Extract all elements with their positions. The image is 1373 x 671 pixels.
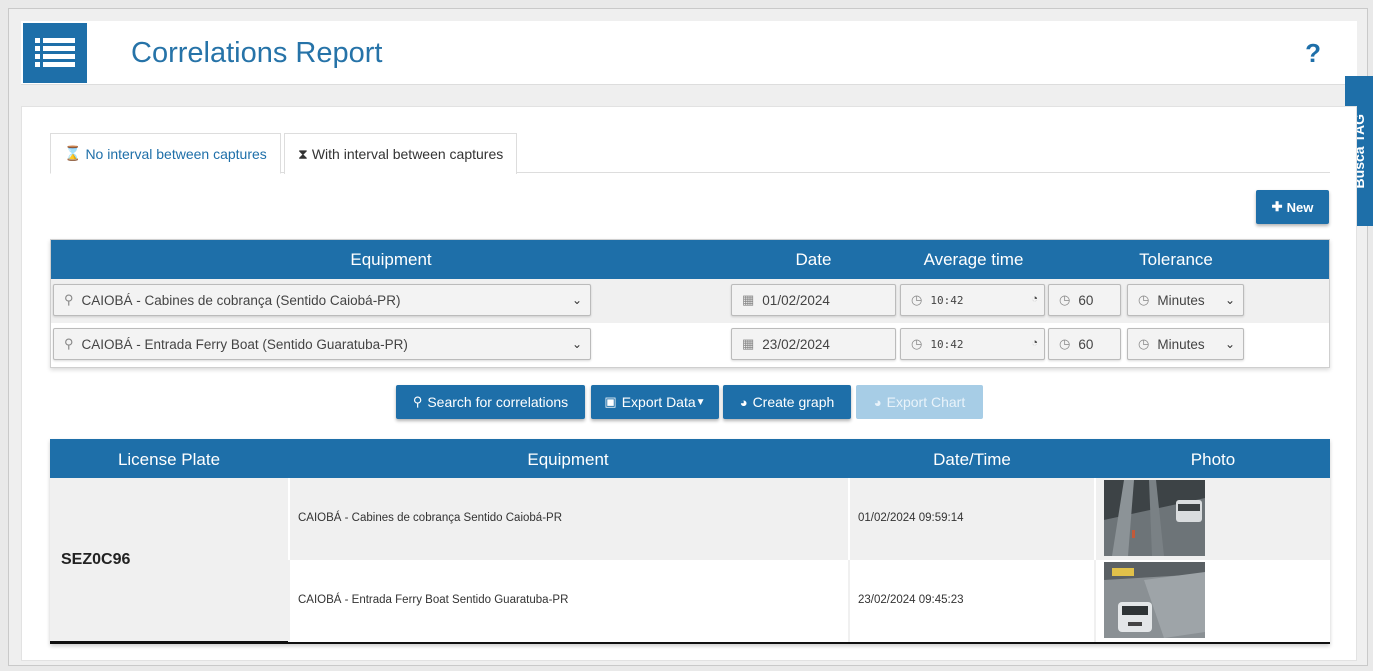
equipment-row: ⚲ CAIOBÁ - Entrada Ferry Boat (Sentido G… bbox=[51, 323, 1329, 367]
search-correlations-label: Search for correlations bbox=[427, 394, 569, 410]
clock-icon: ◷ bbox=[1138, 292, 1150, 307]
date-field-value: 01/02/2024 bbox=[762, 292, 830, 308]
col-tolerance: Tolerance bbox=[1139, 250, 1213, 269]
equipment-select-value: CAIOBÁ - Entrada Ferry Boat (Sentido Gua… bbox=[81, 336, 408, 352]
plus-icon: ✚ bbox=[1271, 199, 1283, 214]
clock-icon: ◷ bbox=[911, 336, 923, 351]
clock-icon: ◷ bbox=[1059, 336, 1071, 351]
time-field-value: 10:42 bbox=[930, 293, 964, 307]
search-correlations-button[interactable]: ⚲ Search for correlations bbox=[396, 385, 585, 419]
hourglass-full-icon: ⧗ bbox=[298, 145, 308, 162]
file-excel-icon: ▣ bbox=[604, 394, 617, 409]
tolerance-unit-select[interactable]: ◷ Minutes ⌄ bbox=[1127, 328, 1244, 360]
chevron-down-icon: ⌄ bbox=[571, 337, 582, 351]
tolerance-field[interactable]: ◷ 60 bbox=[1048, 284, 1121, 316]
capture-photo[interactable] bbox=[1104, 562, 1205, 638]
search-icon: ⚲ bbox=[412, 394, 423, 409]
date-field[interactable]: ▦ 01/02/2024 bbox=[731, 284, 896, 316]
clock-picker-icon: ◔ bbox=[1031, 337, 1038, 349]
license-plate-cell: SEZ0C96 bbox=[50, 478, 288, 641]
calendar-icon: ▦ bbox=[742, 292, 755, 307]
map-marker-icon: ⚲ bbox=[64, 336, 74, 351]
export-chart-label: Export Chart bbox=[886, 394, 966, 410]
table-row: CAIOBÁ - Cabines de cobrança Sentido Cai… bbox=[288, 478, 1330, 560]
calendar-icon: ▦ bbox=[742, 336, 755, 351]
col-average-time: Average time bbox=[923, 250, 1024, 269]
col-photo: Photo bbox=[1190, 450, 1236, 469]
clock-icon: ◷ bbox=[1138, 336, 1150, 351]
col-datetime: Date/Time bbox=[933, 450, 1011, 469]
table-row: CAIOBÁ - Entrada Ferry Boat Sentido Guar… bbox=[288, 560, 1330, 642]
export-data-button[interactable]: ▣ Export Data ▼ bbox=[591, 385, 719, 419]
time-field[interactable]: ◷ 10:42 ◔ bbox=[900, 284, 1045, 316]
col-date: Date bbox=[795, 250, 832, 269]
list-menu-icon bbox=[35, 38, 75, 67]
row-equipment: CAIOBÁ - Cabines de cobrança Sentido Cai… bbox=[298, 512, 563, 524]
tolerance-field[interactable]: ◷ 60 bbox=[1048, 328, 1121, 360]
chevron-down-icon: ⌄ bbox=[571, 293, 582, 307]
export-chart-button[interactable]: ◕ Export Chart bbox=[856, 385, 983, 419]
row-datetime: 01/02/2024 09:59:14 bbox=[858, 512, 964, 524]
tolerance-unit-select[interactable]: ◷ Minutes ⌄ bbox=[1127, 284, 1244, 316]
page-title: Correlations Report bbox=[131, 37, 383, 69]
new-button-label: New bbox=[1286, 199, 1314, 215]
tolerance-field-value: 60 bbox=[1078, 336, 1094, 352]
pie-chart-icon: ◕ bbox=[739, 394, 748, 410]
chevron-down-icon: ⌄ bbox=[1224, 337, 1235, 351]
time-field-value: 10:42 bbox=[930, 337, 964, 351]
equipment-select[interactable]: ⚲ CAIOBÁ - Cabines de cobrança (Sentido … bbox=[53, 284, 591, 316]
clock-icon: ◷ bbox=[911, 292, 923, 307]
map-marker-icon: ⚲ bbox=[64, 292, 74, 307]
capture-photo-image bbox=[1104, 562, 1205, 638]
col-equipment: Equipment bbox=[350, 250, 432, 269]
export-data-label: Export Data bbox=[621, 394, 696, 410]
capture-photo-image bbox=[1104, 480, 1205, 556]
equipment-table-header: Equipment Date Average time Tolerance bbox=[51, 240, 1329, 279]
tab-no-interval[interactable]: ⌛ No interval between captures bbox=[50, 133, 281, 174]
capture-photo[interactable] bbox=[1104, 480, 1205, 556]
new-button[interactable]: ✚ New bbox=[1256, 190, 1329, 224]
menu-button[interactable] bbox=[23, 23, 87, 83]
col-license-plate: License Plate bbox=[117, 450, 221, 469]
create-graph-label: Create graph bbox=[752, 394, 835, 410]
equipment-select-value: CAIOBÁ - Cabines de cobrança (Sentido Ca… bbox=[81, 292, 401, 308]
tab-with-interval-label: With interval between captures bbox=[311, 146, 504, 162]
chevron-down-icon: ⌄ bbox=[1224, 293, 1235, 307]
date-field[interactable]: ▦ 23/02/2024 bbox=[731, 328, 896, 360]
hourglass-empty-icon: ⌛ bbox=[64, 145, 82, 161]
page-header: Correlations Report ? bbox=[21, 21, 1357, 85]
tolerance-field-value: 60 bbox=[1078, 292, 1094, 308]
time-field[interactable]: ◷ 10:42 ◔ bbox=[900, 328, 1045, 360]
help-icon[interactable]: ? bbox=[1305, 38, 1321, 69]
create-graph-button[interactable]: ◕ Create graph bbox=[723, 385, 851, 419]
equipment-row: ⚲ CAIOBÁ - Cabines de cobrança (Sentido … bbox=[51, 279, 1329, 323]
row-equipment: CAIOBÁ - Entrada Ferry Boat Sentido Guar… bbox=[298, 594, 569, 606]
results-table: License Plate Equipment Date/Time Photo … bbox=[50, 439, 1330, 644]
results-table-header: License Plate Equipment Date/Time Photo bbox=[50, 439, 1330, 478]
tolerance-unit-value: Minutes bbox=[1157, 336, 1205, 352]
equipment-select[interactable]: ⚲ CAIOBÁ - Entrada Ferry Boat (Sentido G… bbox=[53, 328, 591, 360]
caret-down-icon: ▼ bbox=[695, 396, 706, 408]
tab-with-interval[interactable]: ⧗ With interval between captures bbox=[284, 133, 518, 174]
pie-chart-icon: ◕ bbox=[873, 394, 882, 410]
tab-bar: ⌛ No interval between captures ⧗ With in… bbox=[50, 133, 1330, 174]
equipment-table: Equipment Date Average time Tolerance ⚲ … bbox=[50, 239, 1330, 368]
tolerance-unit-value: Minutes bbox=[1157, 292, 1205, 308]
col-equipment: Equipment bbox=[527, 450, 609, 469]
date-field-value: 23/02/2024 bbox=[762, 336, 830, 352]
main-panel: ⌛ No interval between captures ⧗ With in… bbox=[21, 106, 1357, 661]
clock-icon: ◷ bbox=[1059, 292, 1071, 307]
tab-no-interval-label: No interval between captures bbox=[85, 145, 267, 162]
row-datetime: 23/02/2024 09:45:23 bbox=[858, 594, 964, 606]
clock-picker-icon: ◔ bbox=[1031, 293, 1038, 305]
